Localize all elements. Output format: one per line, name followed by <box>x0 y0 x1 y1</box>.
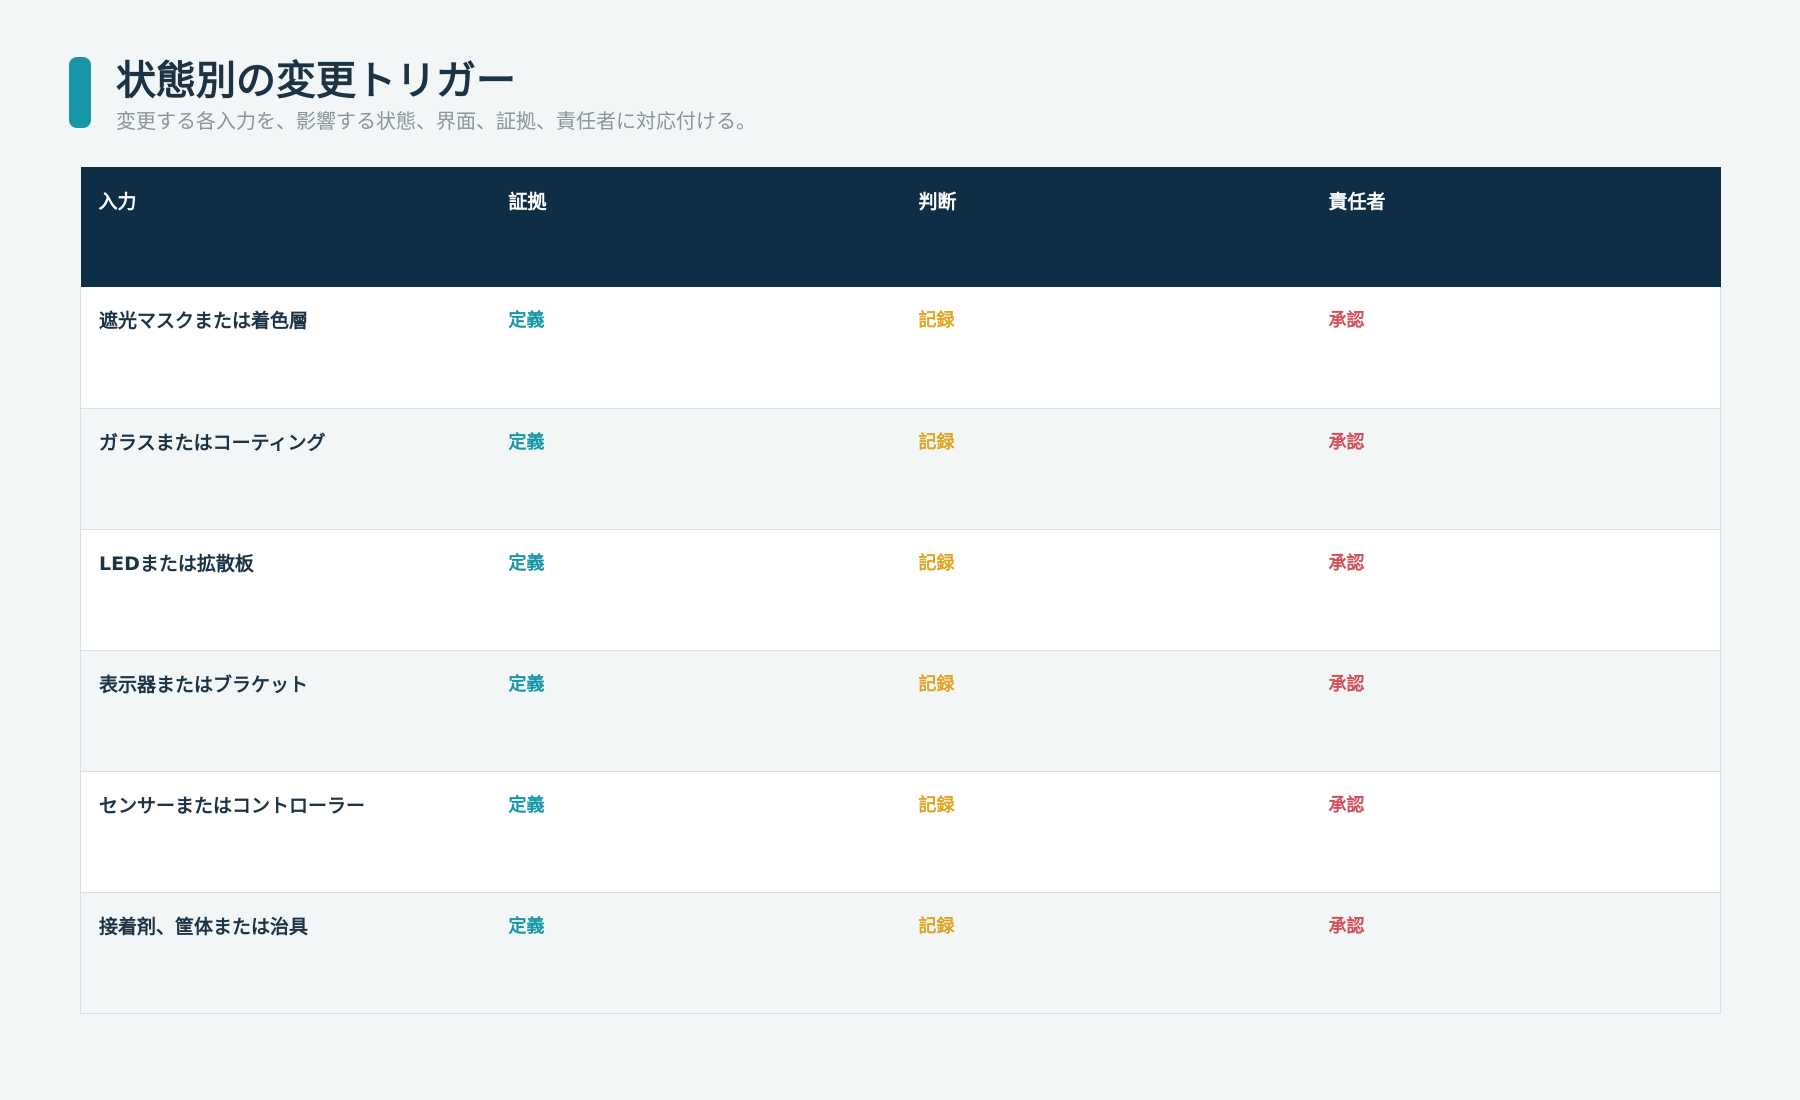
input-cell: センサーまたはコントローラー <box>80 771 491 893</box>
input-cell: 遮光マスクまたは着色層 <box>80 287 491 409</box>
owner-tag: 承認 <box>1328 310 1365 331</box>
input-cell: ガラスまたはコーティング <box>80 408 491 530</box>
input-cell: LEDまたは拡散板 <box>80 529 491 651</box>
table-row: センサーまたはコントローラー 定義 記録 承認 <box>80 771 1721 893</box>
decision-tag: 記録 <box>918 915 955 937</box>
title-accent-bar <box>69 57 91 128</box>
evidence-tag: 定義 <box>508 310 545 331</box>
decision-tag: 記録 <box>918 673 955 695</box>
table-header-row: 入力 証拠 判断 責任者 <box>80 167 1721 287</box>
page-title: 状態別の変更トリガー <box>116 58 516 104</box>
input-cell: 接着剤、筐体または治具 <box>80 892 491 1014</box>
evidence-tag: 定義 <box>508 915 545 937</box>
table-row: LEDまたは拡散板 定義 記録 承認 <box>80 529 1721 651</box>
owner-tag: 承認 <box>1328 673 1365 695</box>
table-row: ガラスまたはコーティング 定義 記録 承認 <box>80 408 1721 530</box>
owner-tag: 承認 <box>1328 552 1365 574</box>
table-row: 遮光マスクまたは着色層 定義 記録 承認 <box>80 287 1721 409</box>
input-cell: 表示器またはブラケット <box>80 650 491 772</box>
decision-tag: 記録 <box>918 310 955 331</box>
table-row: 接着剤、筐体または治具 定義 記録 承認 <box>80 892 1721 1014</box>
column-header-owner: 責任者 <box>1328 191 1386 213</box>
evidence-tag: 定義 <box>508 794 545 816</box>
decision-tag: 記録 <box>918 794 955 816</box>
column-header-evidence: 証拠 <box>508 191 547 213</box>
table-row: 表示器またはブラケット 定義 記録 承認 <box>80 650 1721 772</box>
owner-tag: 承認 <box>1328 794 1365 816</box>
column-header-decision: 判断 <box>918 191 957 213</box>
decision-tag: 記録 <box>918 552 955 574</box>
evidence-tag: 定義 <box>508 431 545 453</box>
evidence-tag: 定義 <box>508 552 545 574</box>
decision-tag: 記録 <box>918 431 955 453</box>
owner-tag: 承認 <box>1328 915 1365 937</box>
column-header-input: 入力 <box>98 191 137 213</box>
page-subtitle: 変更する各入力を、影響する状態、界面、証拠、責任者に対応付ける。 <box>116 109 756 133</box>
change-trigger-table: 入力 証拠 判断 責任者 遮光マスクまたは着色層 定義 記録 承認 ガラスまたは… <box>80 167 1721 1014</box>
owner-tag: 承認 <box>1328 431 1365 453</box>
evidence-tag: 定義 <box>508 673 545 695</box>
